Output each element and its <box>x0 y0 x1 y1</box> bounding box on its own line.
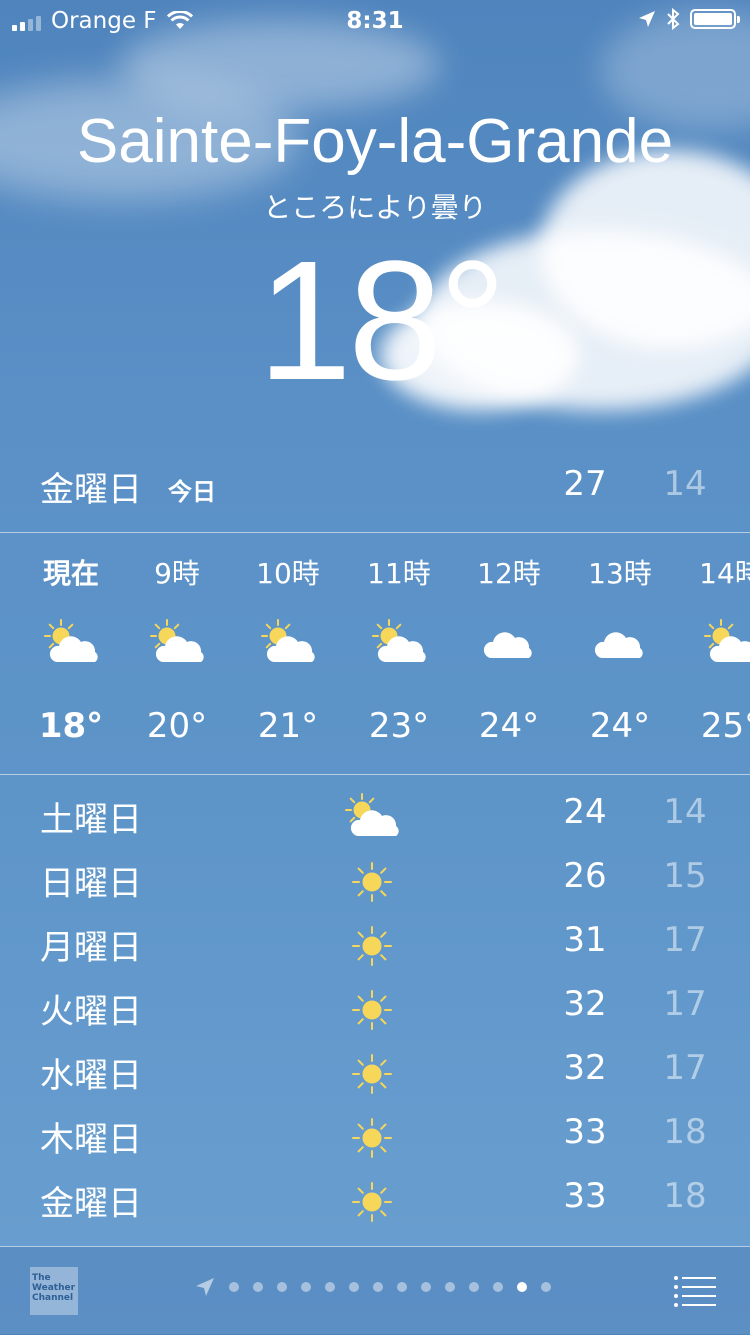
battery-icon <box>690 9 740 29</box>
day-low: 18 <box>663 1176 707 1216</box>
sun-icon <box>342 1112 402 1164</box>
today-summary-row: 金曜日 今日 27 14 <box>0 462 750 522</box>
day-high: 31 <box>563 920 607 960</box>
day-low: 14 <box>663 792 707 832</box>
sun-icon <box>342 856 402 908</box>
bluetooth-icon <box>667 8 680 30</box>
hour-label: 10時 <box>256 557 320 590</box>
page-dot[interactable] <box>469 1282 479 1292</box>
page-dot[interactable] <box>421 1282 431 1292</box>
page-indicator[interactable] <box>195 1277 551 1297</box>
hour-label: 現在 <box>42 557 99 590</box>
hour-label: 13時 <box>588 557 652 590</box>
hour-temperature: 23° <box>368 706 430 746</box>
page-dot[interactable] <box>229 1282 239 1292</box>
day-high: 32 <box>563 984 607 1024</box>
day-high: 33 <box>563 1112 607 1152</box>
day-name: 木曜日 <box>40 1120 142 1160</box>
weather-channel-logo[interactable]: The Weather Channel <box>30 1267 78 1315</box>
daily-row: 金曜日 33 18 <box>0 1172 750 1236</box>
daily-forecast-list[interactable]: 土曜日 24 14 日曜日 26 15 月曜日 31 17 火曜日 32 17 水曜日 32 17 木曜日 33… <box>0 788 750 1236</box>
today-high: 27 <box>563 464 607 504</box>
hourly-forecast-strip[interactable]: 現在 18° 9時 20° 10時 21° 11時 23° 12時 24° 13時 24° 14時 25° <box>0 540 750 772</box>
page-dot[interactable] <box>325 1282 335 1292</box>
daily-row: 火曜日 32 17 <box>0 980 750 1044</box>
location-arrow-icon <box>639 11 655 27</box>
partly-cloudy-icon <box>701 618 750 668</box>
hour-temperature: 20° <box>146 706 208 746</box>
hour-temperature: 21° <box>257 706 319 746</box>
city-name: Sainte-Foy-la-Grande <box>76 107 674 176</box>
bottom-toolbar: The Weather Channel <box>0 1246 750 1335</box>
day-name: 金曜日 <box>40 1184 142 1224</box>
sun-icon <box>342 1176 402 1228</box>
hour-label: 11時 <box>367 557 431 590</box>
hour-label: 14時 <box>699 557 750 590</box>
divider <box>0 532 750 533</box>
page-dot[interactable] <box>349 1282 359 1292</box>
today-low: 14 <box>663 464 707 504</box>
page-dot[interactable] <box>541 1282 551 1292</box>
daily-row: 土曜日 24 14 <box>0 788 750 852</box>
day-name: 土曜日 <box>40 800 142 840</box>
today-day: 金曜日 <box>40 470 142 510</box>
day-low: 17 <box>663 920 707 960</box>
city-list-button[interactable] <box>672 1273 718 1309</box>
hour-temperature: 24° <box>478 706 540 746</box>
page-dot[interactable] <box>445 1282 455 1292</box>
divider <box>0 774 750 775</box>
day-low: 17 <box>663 1048 707 1088</box>
daily-row: 水曜日 32 17 <box>0 1044 750 1108</box>
hour-label: 9時 <box>154 557 200 590</box>
day-name: 火曜日 <box>40 992 142 1032</box>
hour-temperature: 25° <box>700 706 750 746</box>
status-bar: Orange F 8:31 <box>0 0 750 42</box>
sun-icon <box>342 984 402 1036</box>
partly-cloudy-icon <box>147 618 207 668</box>
hour-temperature: 18° <box>38 706 104 746</box>
page-dot[interactable] <box>493 1282 503 1292</box>
day-low: 15 <box>663 856 707 896</box>
weather-condition: ところにより曇り <box>263 191 487 224</box>
hour-label: 12時 <box>477 557 541 590</box>
partly-cloudy-icon <box>369 618 429 668</box>
page-dot[interactable] <box>277 1282 287 1292</box>
page-dot[interactable] <box>517 1282 527 1292</box>
cloud-icon <box>590 618 650 668</box>
day-high: 33 <box>563 1176 607 1216</box>
page-dot[interactable] <box>373 1282 383 1292</box>
page-dot[interactable] <box>253 1282 263 1292</box>
partly-cloudy-icon <box>41 618 101 668</box>
page-dot[interactable] <box>301 1282 311 1292</box>
day-name: 日曜日 <box>40 864 142 904</box>
partly-cloudy-icon <box>258 618 318 668</box>
location-page-icon <box>196 1278 214 1296</box>
day-high: 26 <box>563 856 607 896</box>
partly-cloudy-icon <box>342 792 402 844</box>
day-low: 18 <box>663 1112 707 1152</box>
day-high: 32 <box>563 1048 607 1088</box>
hour-temperature: 24° <box>589 706 651 746</box>
day-low: 17 <box>663 984 707 1024</box>
daily-row: 月曜日 31 17 <box>0 916 750 980</box>
cloud-icon <box>479 618 539 668</box>
day-name: 水曜日 <box>40 1056 142 1096</box>
sun-icon <box>342 1048 402 1100</box>
daily-row: 日曜日 26 15 <box>0 852 750 916</box>
today-tag: 今日 <box>168 478 216 506</box>
sun-icon <box>342 920 402 972</box>
daily-row: 木曜日 33 18 <box>0 1108 750 1172</box>
page-dot[interactable] <box>397 1282 407 1292</box>
current-temperature: 18° <box>257 226 506 416</box>
day-name: 月曜日 <box>40 928 142 968</box>
day-high: 24 <box>563 792 607 832</box>
